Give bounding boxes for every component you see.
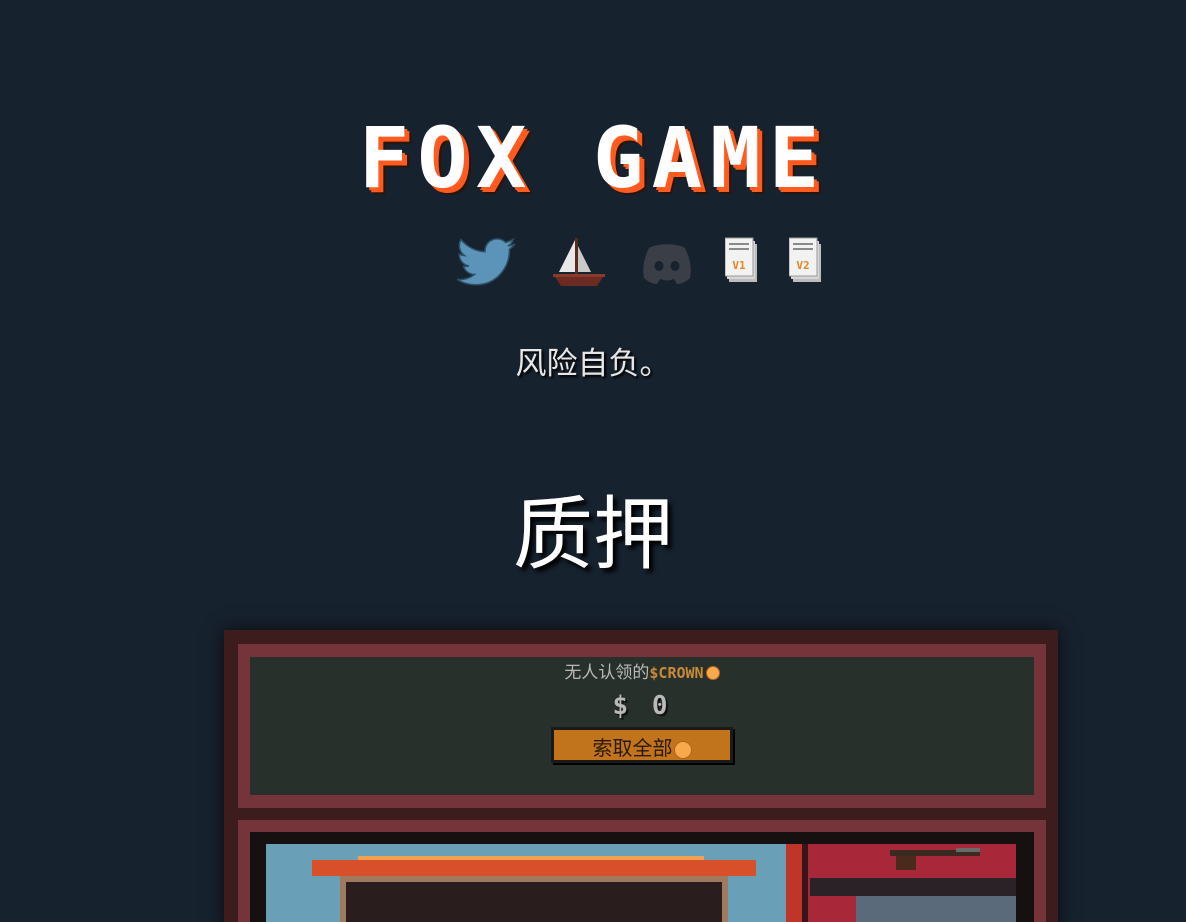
barn-box	[250, 832, 1034, 922]
paper-stack-icon: V2	[788, 237, 821, 282]
social-links: V1 V2	[455, 236, 835, 296]
barn-scene	[266, 844, 1016, 922]
claim-all-button[interactable]: 索取全部	[551, 727, 733, 763]
barn-frame	[238, 820, 1046, 922]
discord-link[interactable]	[641, 236, 693, 294]
staking-panel: 无人认领的$CROWN $ 0 索取全部	[224, 630, 1058, 922]
opensea-link[interactable]	[551, 236, 607, 294]
claim-frame: 无人认领的$CROWN $ 0 索取全部	[238, 644, 1046, 808]
coin-icon	[673, 740, 692, 759]
crown-token: $CROWN	[649, 664, 704, 682]
unclaimed-text: 无人认领的	[564, 663, 650, 683]
game-logo: FOX GAME	[358, 109, 828, 207]
claim-all-label: 索取全部	[592, 736, 673, 760]
whitepaper-v2-link[interactable]: V2	[788, 236, 825, 290]
section-title: 质押	[513, 488, 673, 581]
page: FOX GAME V1 V2 风险自负。 质押 无人认领的$CROWN $ 0 …	[0, 0, 1186, 922]
tagline: 风险自负。	[515, 346, 671, 382]
sailboat-icon	[553, 238, 605, 286]
paper-version-label: V2	[796, 259, 809, 272]
paper-stack-icon: V1	[724, 237, 757, 282]
twitter-bird-icon	[456, 237, 516, 286]
unclaimed-label: 无人认领的$CROWN	[250, 661, 1034, 685]
discord-controller-icon	[643, 244, 691, 284]
coin-icon	[705, 666, 720, 680]
unclaimed-amount: $ 0	[612, 691, 672, 721]
claim-box: 无人认领的$CROWN $ 0 索取全部	[250, 657, 1034, 795]
twitter-link[interactable]	[456, 236, 519, 294]
whitepaper-v1-link[interactable]: V1	[724, 236, 761, 290]
paper-version-label: V1	[732, 259, 746, 272]
